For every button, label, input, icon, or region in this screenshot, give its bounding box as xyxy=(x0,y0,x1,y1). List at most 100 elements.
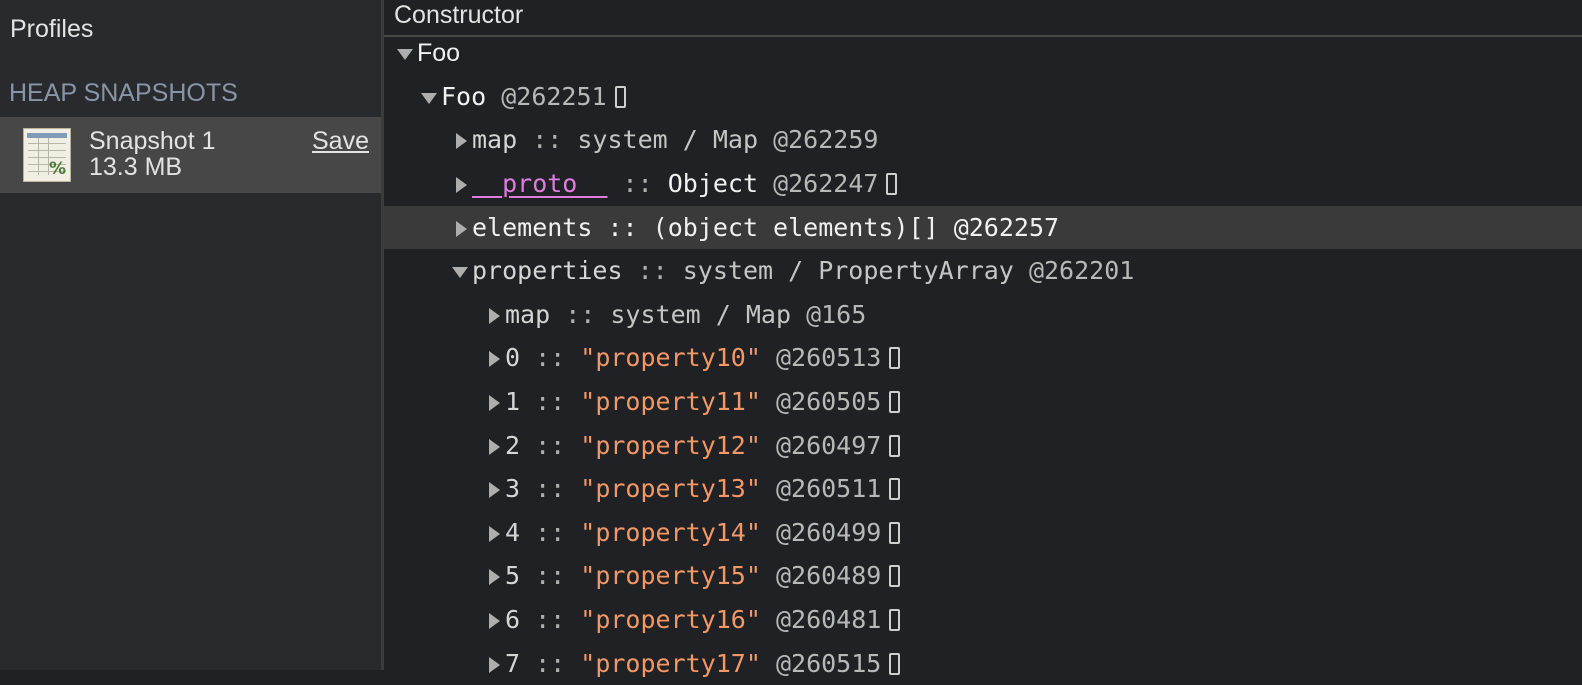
edge-name: 1 xyxy=(505,387,521,416)
profiles-sidebar: Profiles HEAP SNAPSHOTS % Snapshot 1 13.… xyxy=(0,0,384,670)
node-id: @165 xyxy=(806,300,867,329)
node-id: @262251 xyxy=(501,82,607,111)
tree-row-elements[interactable]: elements :: (object elements)[] @262257 xyxy=(384,206,1582,249)
node-id: @260499 xyxy=(775,518,882,547)
edge-name: map xyxy=(505,300,551,329)
collapsed-triangle-icon[interactable] xyxy=(489,395,500,411)
edge-name: map xyxy=(472,125,518,154)
collapsed-triangle-icon[interactable] xyxy=(456,177,467,193)
collapsed-triangle-icon[interactable] xyxy=(489,308,500,324)
tree-row-property-0[interactable]: 0 :: "property10" @260513 xyxy=(384,336,1582,379)
node-id: @260497 xyxy=(775,431,882,460)
node-type: system / Map xyxy=(610,300,791,329)
constructor-name: Foo xyxy=(417,39,461,67)
collapsed-triangle-icon[interactable] xyxy=(489,569,500,585)
expanded-triangle-icon[interactable] xyxy=(452,266,468,278)
heap-snapshots-section-label: HEAP SNAPSHOTS xyxy=(9,79,238,107)
string-value: "property10" xyxy=(580,343,761,372)
edge-separator: :: xyxy=(550,300,611,329)
node-name: Foo xyxy=(441,82,487,111)
tree-row-property-4[interactable]: 4 :: "property14" @260499 xyxy=(384,511,1582,554)
edge-name: 0 xyxy=(505,343,521,372)
edge-name: 4 xyxy=(505,518,521,547)
tree-row-property-5[interactable]: 5 :: "property15" @260489 xyxy=(384,554,1582,597)
string-value: "property17" xyxy=(580,649,761,678)
column-header-label: Constructor xyxy=(394,1,524,29)
edge-name: 6 xyxy=(505,605,521,634)
snapshot-item[interactable]: % Snapshot 1 13.3 MB Save xyxy=(0,117,381,193)
spreadsheet-percent-icon: % xyxy=(23,128,71,182)
node-id: @260515 xyxy=(775,649,882,678)
heap-snapshot-view: Constructor Foo Foo @262251 map :: syste… xyxy=(384,0,1582,678)
node-id: @262201 xyxy=(1028,256,1135,285)
store-as-global-icon[interactable] xyxy=(889,391,901,413)
edge-separator: :: xyxy=(520,343,581,372)
collapsed-triangle-icon[interactable] xyxy=(456,221,467,237)
node-type: system / PropertyArray xyxy=(682,256,1014,285)
edge-name: __proto__ xyxy=(472,169,608,198)
node-id: @260505 xyxy=(775,387,882,416)
store-as-global-icon[interactable] xyxy=(614,86,626,108)
store-as-global-icon[interactable] xyxy=(889,565,901,587)
edge-name: 7 xyxy=(505,649,521,678)
store-as-global-icon[interactable] xyxy=(889,653,901,675)
store-as-global-icon[interactable] xyxy=(889,609,901,631)
string-value: "property13" xyxy=(580,474,761,503)
node-type: (object elements)[] xyxy=(652,213,939,242)
store-as-global-icon[interactable] xyxy=(889,347,901,369)
edge-separator: :: xyxy=(517,125,578,154)
tree-row-properties[interactable]: properties :: system / PropertyArray @26… xyxy=(384,249,1582,292)
collapsed-triangle-icon[interactable] xyxy=(489,657,500,673)
expanded-triangle-icon[interactable] xyxy=(397,48,413,60)
node-type: Object xyxy=(667,169,758,198)
edge-name: properties xyxy=(472,256,623,285)
sidebar-title: Profiles xyxy=(10,15,94,43)
node-type: system / Map xyxy=(577,125,758,154)
tree-row-properties-map[interactable]: map :: system / Map @165 xyxy=(384,293,1582,336)
collapsed-triangle-icon[interactable] xyxy=(489,613,500,629)
constructor-group-row[interactable]: Foo xyxy=(384,32,1582,75)
node-id: @260511 xyxy=(775,474,882,503)
expanded-triangle-icon[interactable] xyxy=(421,92,437,104)
tree-row-property-2[interactable]: 2 :: "property12" @260497 xyxy=(384,424,1582,467)
edge-separator: :: xyxy=(520,474,581,503)
node-id: @262257 xyxy=(953,213,1060,242)
edge-name: 5 xyxy=(505,561,521,590)
collapsed-triangle-icon[interactable] xyxy=(489,351,500,367)
edge-separator: :: xyxy=(520,387,581,416)
tree-row-property-7[interactable]: 7 :: "property17" @260515 xyxy=(384,642,1582,685)
string-value: "property15" xyxy=(580,561,761,590)
store-as-global-icon[interactable] xyxy=(889,478,901,500)
edge-name: 2 xyxy=(505,431,521,460)
tree-row-property-3[interactable]: 3 :: "property13" @260511 xyxy=(384,467,1582,510)
collapsed-triangle-icon[interactable] xyxy=(489,482,500,498)
collapsed-triangle-icon[interactable] xyxy=(489,526,500,542)
tree-row-property-6[interactable]: 6 :: "property16" @260481 xyxy=(384,598,1582,641)
edge-name: 3 xyxy=(505,474,521,503)
save-snapshot-link[interactable]: Save xyxy=(312,127,369,156)
node-id: @260513 xyxy=(775,343,882,372)
edge-separator: :: xyxy=(520,518,581,547)
snapshot-name: Snapshot 1 xyxy=(89,127,216,155)
node-id: @260481 xyxy=(775,605,882,634)
edge-separator: :: xyxy=(592,213,653,242)
edge-separator: :: xyxy=(520,649,581,678)
collapsed-triangle-icon[interactable] xyxy=(489,439,500,455)
tree-row-map[interactable]: map :: system / Map @262259 xyxy=(384,118,1582,161)
store-as-global-icon[interactable] xyxy=(889,522,901,544)
node-id: @262247 xyxy=(773,169,879,198)
collapsed-triangle-icon[interactable] xyxy=(456,133,467,149)
node-id: @260489 xyxy=(775,561,882,590)
string-value: "property11" xyxy=(580,387,761,416)
edge-separator: :: xyxy=(520,431,581,460)
string-value: "property16" xyxy=(580,605,761,634)
tree-row-property-1[interactable]: 1 :: "property11" @260505 xyxy=(384,380,1582,423)
edge-separator: :: xyxy=(622,256,683,285)
store-as-global-icon[interactable] xyxy=(889,435,901,457)
snapshot-size: 13.3 MB xyxy=(89,153,183,181)
store-as-global-icon[interactable] xyxy=(886,173,898,195)
tree-row-proto[interactable]: __proto__ :: Object @262247 xyxy=(384,162,1582,205)
string-value: "property12" xyxy=(580,431,761,460)
tree-row-root[interactable]: Foo @262251 xyxy=(384,75,1582,118)
edge-name: elements xyxy=(472,213,593,242)
